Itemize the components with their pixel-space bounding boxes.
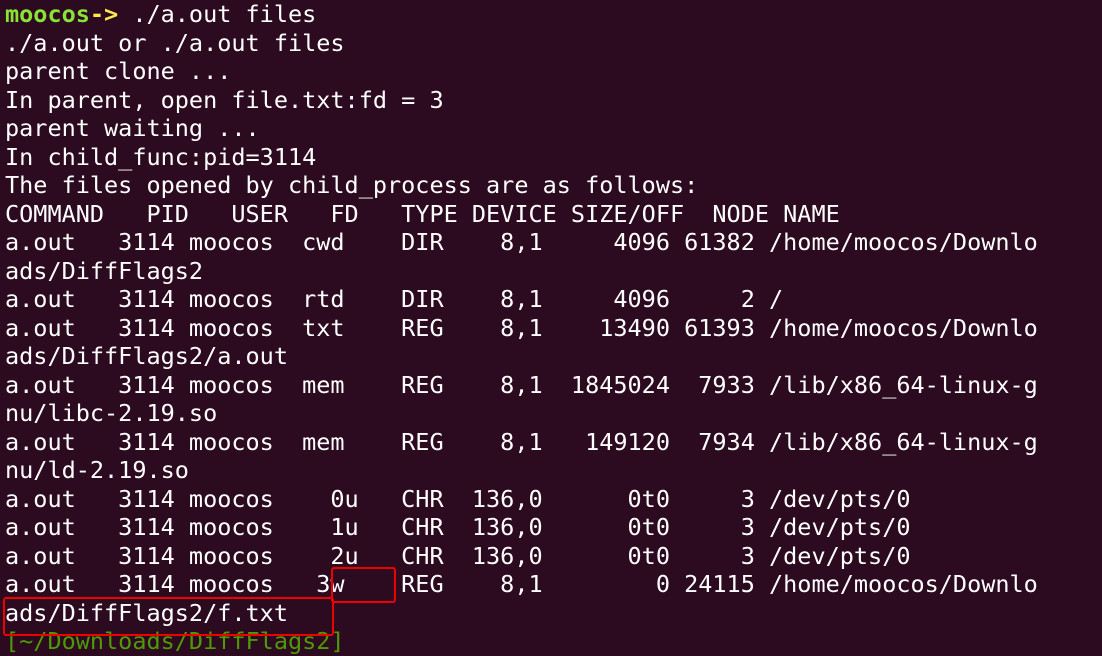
lsof-row-continuation: ads/DiffFlags2/f.txt	[5, 598, 288, 627]
lsof-row: a.out 3114 moocos cwd DIR 8,1 4096 61382…	[5, 228, 1038, 256]
output-line: In parent, open file.txt:fd = 3	[5, 85, 444, 114]
lsof-row: a.out 3114 moocos txt REG 8,1 13490 6139…	[5, 313, 1038, 342]
lsof-row: a.out 3114 moocos 1u CHR 136,0 0t0 3 /de…	[5, 513, 911, 541]
output-line: parent clone ...	[5, 57, 232, 85]
output-line: The files opened by child_process are as…	[5, 171, 699, 199]
lsof-row-continuation: nu/libc-2.19.so	[5, 399, 218, 427]
command-line: moocos-> ./a.out files	[5, 0, 1102, 29]
lsof-row: a.out 3114 moocos mem REG 8,1 149120 793…	[5, 427, 1038, 456]
output-line: parent waiting ...	[5, 114, 260, 142]
prompt-user: moocos	[5, 0, 90, 28]
next-prompt-path: [~/Downloads/DiffFlags2]	[5, 627, 345, 655]
lsof-row-continuation: nu/ld-2.19.so	[5, 456, 189, 484]
command-text: ./a.out files	[118, 0, 317, 28]
output-line: ./a.out or ./a.out files	[5, 28, 345, 57]
lsof-row: a.out 3114 moocos 2u CHR 136,0 0t0 3 /de…	[5, 541, 911, 570]
lsof-row: a.out 3114 moocos 3w REG 8,1 0 24115 /ho…	[5, 570, 1038, 598]
lsof-header: COMMAND PID USER FD TYPE DEVICE SIZE/OFF…	[5, 199, 840, 228]
lsof-row: a.out 3114 moocos 0u CHR 136,0 0t0 3 /de…	[5, 484, 911, 513]
lsof-row-continuation: ads/DiffFlags2/a.out	[5, 342, 288, 370]
lsof-row: a.out 3114 moocos mem REG 8,1 1845024 79…	[5, 370, 1038, 399]
output-line: In child_func:pid=3114	[5, 142, 317, 171]
lsof-row-continuation: ads/DiffFlags2	[5, 256, 204, 285]
terminal-window[interactable]: moocos-> ./a.out files ./a.out or ./a.ou…	[0, 0, 1102, 656]
prompt-arrow: ->	[89, 0, 119, 28]
lsof-row: a.out 3114 moocos rtd DIR 8,1 4096 2 /	[5, 285, 784, 313]
